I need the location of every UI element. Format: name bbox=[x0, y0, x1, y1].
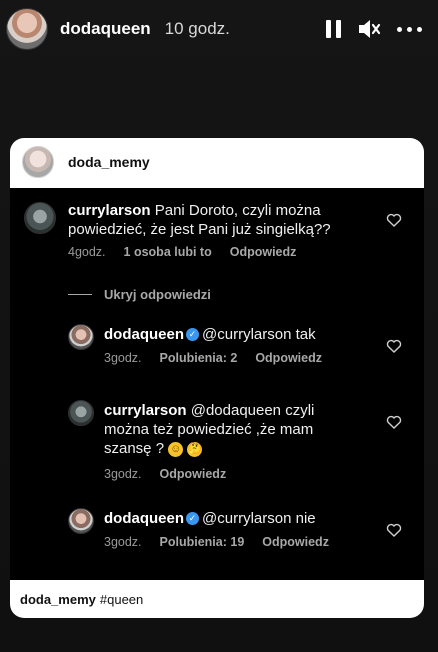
smiling-face-emoji: ☺ bbox=[168, 441, 184, 457]
comment-time: 3godz. bbox=[104, 535, 142, 549]
comment-username: currylarson bbox=[68, 202, 151, 219]
commenter-avatar bbox=[68, 324, 94, 350]
comment-time: 3godz. bbox=[104, 467, 142, 481]
comment-body: @currylarson nie bbox=[202, 510, 316, 527]
comment-text: dodaqueen ✓ @currylarson nie bbox=[104, 509, 364, 528]
comment-text: currylarson @dodaqueen czyli można też p… bbox=[104, 401, 364, 458]
story-username[interactable]: dodaqueen bbox=[60, 19, 151, 39]
comment-body-line1: Pani Doroto, czyli można bbox=[154, 202, 321, 219]
hide-replies-toggle: Ukryj odpowiedzi bbox=[68, 287, 211, 302]
post-author-avatar[interactable] bbox=[22, 146, 54, 178]
verified-badge-icon: ✓ bbox=[186, 511, 200, 525]
speaker-muted-icon[interactable] bbox=[357, 18, 381, 40]
comment-thread-screenshot: currylarson Pani Doroto, czyli można pow… bbox=[10, 188, 424, 580]
pause-icon[interactable] bbox=[326, 20, 341, 38]
comment-reply: Odpowiedz bbox=[262, 535, 329, 549]
comment-body-line2: powiedzieć, że jest Pani już singielką?? bbox=[68, 221, 331, 238]
hide-replies-label: Ukryj odpowiedzi bbox=[104, 287, 211, 302]
comment-time: 4godz. bbox=[68, 245, 106, 259]
comment-meta: 3godz. Polubienia: 19 Odpowiedz bbox=[104, 535, 329, 549]
comment-reply: Odpowiedz bbox=[159, 467, 227, 481]
post-header: doda_memy bbox=[10, 138, 424, 186]
heart-icon bbox=[386, 213, 402, 227]
comment-meta: 3godz. Odpowiedz bbox=[104, 467, 226, 481]
caption-username[interactable]: doda_memy bbox=[20, 592, 96, 607]
comment-likes: Polubienia: 19 bbox=[159, 535, 245, 549]
post-caption: doda_memy #queen bbox=[10, 580, 424, 618]
divider-line bbox=[68, 294, 92, 295]
caption-hashtag[interactable]: #queen bbox=[100, 592, 143, 607]
comment-body-line3: szansę ? bbox=[104, 440, 165, 457]
story-timestamp: 10 godz. bbox=[164, 19, 230, 38]
thinking-face-emoji: 🤔 bbox=[187, 441, 203, 457]
comment-username: dodaqueen bbox=[104, 510, 185, 527]
comment-text: currylarson Pani Doroto, czyli można pow… bbox=[68, 201, 368, 239]
comment-text: dodaqueen ✓ @currylarson tak bbox=[104, 325, 364, 344]
comment-body-line2: można też powiedzieć ,że mam bbox=[104, 421, 314, 438]
verified-badge-icon: ✓ bbox=[186, 327, 200, 341]
commenter-avatar bbox=[24, 202, 56, 234]
comment-username: currylarson bbox=[104, 402, 187, 419]
more-icon[interactable] bbox=[397, 26, 422, 32]
comment-username: dodaqueen bbox=[104, 326, 185, 343]
post-author-username[interactable]: doda_memy bbox=[68, 154, 150, 170]
heart-icon bbox=[386, 523, 402, 537]
comment-likes: Polubienia: 2 bbox=[159, 351, 238, 365]
story-viewer: dodaqueen 10 godz. doda_memy currylarson… bbox=[0, 0, 438, 652]
heart-icon bbox=[386, 339, 402, 353]
story-header: dodaqueen 10 godz. bbox=[6, 6, 432, 52]
story-avatar[interactable] bbox=[6, 8, 48, 50]
comment-meta: 3godz. Polubienia: 2 Odpowiedz bbox=[104, 351, 322, 365]
commenter-avatar bbox=[68, 400, 94, 426]
comment-time: 3godz. bbox=[104, 351, 142, 365]
commenter-avatar bbox=[68, 508, 94, 534]
comment-meta: 4godz. 1 osoba lubi to Odpowiedz bbox=[68, 245, 296, 259]
story-controls bbox=[326, 18, 432, 40]
comment-likes: 1 osoba lubi to bbox=[123, 245, 212, 259]
comment-reply: Odpowiedz bbox=[255, 351, 322, 365]
comment-reply: Odpowiedz bbox=[229, 245, 297, 259]
comment-body: @currylarson tak bbox=[202, 326, 316, 343]
comment-body-line1: @dodaqueen czyli bbox=[190, 402, 315, 419]
shared-post-card[interactable]: doda_memy currylarson Pani Doroto, czyli… bbox=[10, 138, 424, 618]
heart-icon bbox=[386, 415, 402, 429]
